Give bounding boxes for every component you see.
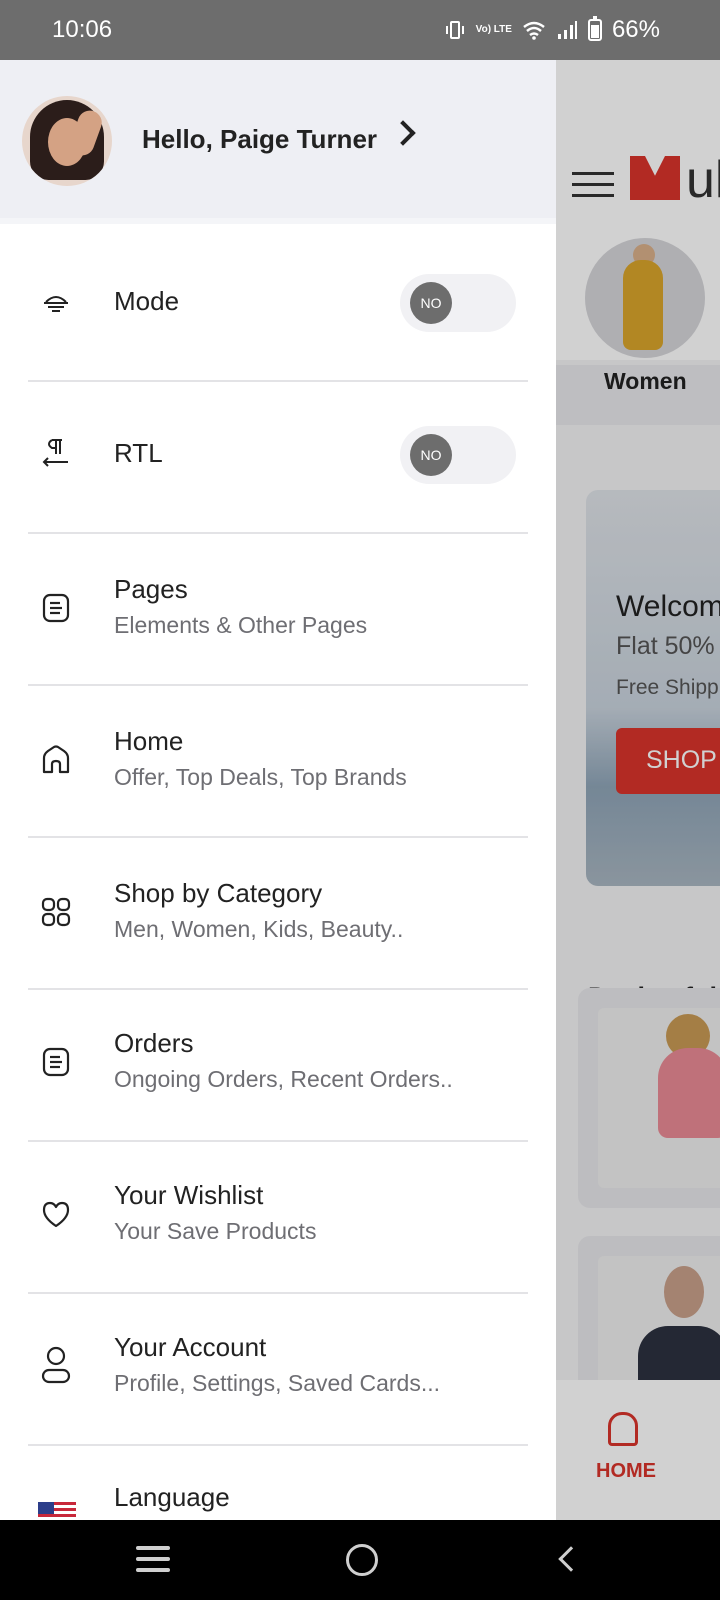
drawer-item-subtitle: Your Save Products [114, 1218, 317, 1244]
drawer-item-language[interactable]: Language [28, 1446, 528, 1520]
back-icon[interactable] [558, 1546, 584, 1572]
profile-greeting[interactable]: Hello, Paige Turner [142, 124, 377, 155]
drawer-item-subtitle: Elements & Other Pages [114, 612, 368, 638]
drawer-item-mode[interactable]: Mode NO [28, 230, 528, 382]
toggle-knob: NO [410, 282, 452, 324]
rtl-toggle[interactable]: NO [400, 426, 516, 484]
drawer-item-shop-by-category[interactable]: Shop by Category Men, Women, Kids, Beaut… [28, 838, 528, 990]
grid-icon [41, 897, 71, 927]
drawer-item-subtitle: Profile, Settings, Saved Cards... [114, 1370, 440, 1396]
volte-icon: Vo) LTE [475, 24, 512, 35]
mode-toggle[interactable]: NO [400, 274, 516, 332]
drawer-item-title: Home [114, 726, 184, 756]
home-icon [42, 745, 70, 774]
document-icon [42, 593, 70, 623]
drawer-item-subtitle: Offer, Top Deals, Top Brands [114, 764, 407, 790]
recent-apps-icon[interactable] [136, 1546, 170, 1579]
drawer-profile-header[interactable]: Hello, Paige Turner [0, 60, 556, 224]
document-icon [42, 1047, 70, 1077]
drawer-item-label: RTL [114, 438, 163, 468]
drawer-item-account[interactable]: Your Account Profile, Settings, Saved Ca… [28, 1294, 528, 1446]
drawer-item-pages[interactable]: Pages Elements & Other Pages [28, 534, 528, 686]
drawer-item-rtl[interactable]: RTL NO [28, 382, 528, 534]
chevron-right-icon[interactable] [390, 120, 416, 146]
toggle-knob: NO [410, 434, 452, 476]
rtl-icon [42, 439, 68, 467]
drawer-item-title: Your Account [114, 1332, 267, 1362]
status-bar: 10:06 Vo) LTE 66% [0, 0, 720, 60]
navigation-drawer: Hello, Paige Turner Mode NO RTL NO Pages… [0, 60, 556, 1520]
heart-icon [42, 1201, 70, 1228]
drawer-item-subtitle: Men, Women, Kids, Beauty.. [114, 916, 404, 942]
signal-icon [557, 21, 577, 39]
vibrate-icon [445, 21, 464, 39]
drawer-item-title: Your Wishlist [114, 1180, 264, 1210]
us-flag-icon [38, 1502, 76, 1520]
drawer-item-title: Pages [114, 574, 188, 604]
system-nav-bar [0, 1520, 720, 1600]
drawer-item-title: Language [114, 1482, 230, 1512]
wifi-icon [523, 21, 545, 40]
avatar[interactable] [22, 96, 112, 186]
drawer-item-home[interactable]: Home Offer, Top Deals, Top Brands [28, 686, 528, 838]
drawer-item-wishlist[interactable]: Your Wishlist Your Save Products [28, 1142, 528, 1294]
drawer-item-orders[interactable]: Orders Ongoing Orders, Recent Orders.. [28, 990, 528, 1142]
status-time: 10:06 [52, 16, 113, 43]
drawer-item-subtitle: Ongoing Orders, Recent Orders.. [114, 1066, 453, 1092]
drawer-item-title: Orders [114, 1028, 194, 1058]
theme-mode-icon [44, 296, 68, 312]
home-button-icon[interactable] [346, 1544, 378, 1576]
battery-icon [587, 16, 602, 41]
drawer-item-title: Shop by Category [114, 878, 323, 908]
user-icon [41, 1346, 71, 1384]
status-icons: Vo) LTE 66% [444, 16, 660, 44]
battery-percent: 66% [611, 16, 660, 43]
drawer-item-label: Mode [114, 286, 180, 316]
